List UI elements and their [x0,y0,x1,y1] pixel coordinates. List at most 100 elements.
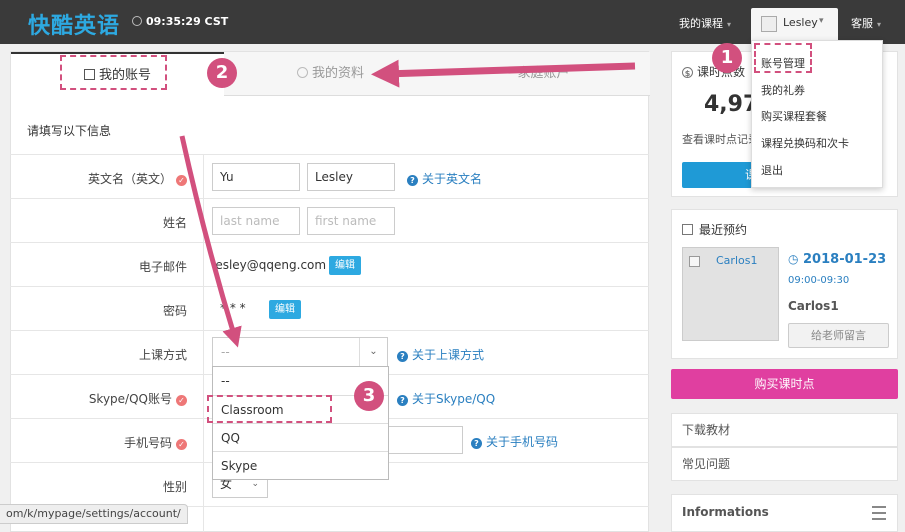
user-menu-toggle[interactable]: Lesley ▾ [751,8,838,40]
phone-label: 手机号码 ✓ [124,434,187,451]
teacher-name[interactable]: Carlos1 [788,299,839,313]
english-name-label: 英文名（英文） ✓ [88,170,187,187]
clock-text: 09:35:29 CST [146,15,229,28]
booking-time: 09:00-09:30 [788,275,850,286]
message-teacher-button[interactable]: 给老师留言 [788,323,889,348]
list-icon[interactable] [872,506,886,520]
class-method-value: -- [221,345,230,359]
chevron-down-icon: ▾ [819,16,824,26]
step-badge-3: 3 [354,381,384,411]
last-name-input[interactable]: last name [212,207,300,235]
highlight-my-account-tab [60,55,167,90]
buy-lesson-points-button[interactable]: 购买课时点 [671,369,898,399]
required-icon: ✓ [176,395,187,406]
gender-label: 性别 [162,480,187,494]
help-phone-text: 关于手机号码 [486,435,559,449]
tab-my-profile[interactable]: 我的资料 [224,52,437,96]
help-phone[interactable]: ? 关于手机号码 [471,433,558,450]
broken-image-icon [689,256,700,267]
english-first-name-input[interactable]: Yu [212,163,300,191]
row-english-name: 英文名（英文） ✓ Yu Lesley ? 关于英文名 [10,154,649,198]
question-icon: ? [397,395,408,406]
tab-my-profile-label: 我的资料 [311,66,364,81]
nav-my-courses[interactable]: 我的课程 ▾ [679,15,731,31]
label-cell: 密码 [10,287,204,330]
teacher-photo[interactable]: Carlos1 [682,247,779,341]
row-email: 电子邮件 lesley@qqeng.com 编辑 [10,242,649,286]
question-icon: ? [407,175,418,186]
highlight-account-management [754,43,812,73]
browser-status-url: om/k/mypage/settings/account/ [0,504,188,524]
row-password: 密码 * * * 编辑 [10,286,649,330]
skype-qq-label-text: Skype/QQ账号 [88,392,172,406]
help-class-method[interactable]: ? 关于上课方式 [397,346,484,363]
password-label: 密码 [162,304,187,318]
nav-my-courses-label: 我的课程 [679,17,723,30]
label-cell: 手机号码 ✓ [10,419,204,462]
site-logo[interactable]: 快酷英语 [28,8,120,40]
question-icon: ? [471,438,482,449]
menu-item-redeem-code[interactable]: 课程兑换码和次卡 [761,135,849,151]
option-skype[interactable]: Skype [213,451,388,479]
phone-input[interactable] [380,426,463,454]
email-value: lesley@qqeng.com [212,258,327,272]
label-cell: 上课方式 [10,331,204,374]
help-english-name[interactable]: ? 关于英文名 [407,170,482,187]
class-method-select[interactable]: -- ⌄ [212,337,388,367]
step-badge-1: 1 [712,43,742,73]
lesson-points-history-link[interactable]: 查看课时点记录 [682,131,759,147]
english-name-label-text: 英文名（英文） [87,172,172,186]
recent-booking-card: 最近预约 Carlos1 ◷ 2018-01-23 09:00-09:30 Ca… [671,209,898,359]
help-skype-qq[interactable]: ? 关于Skype/QQ [397,390,495,407]
label-cell: Skype/QQ账号 ✓ [10,375,204,418]
globe-icon [296,67,308,78]
nav-customer-service[interactable]: 客服 ▾ [851,15,881,31]
link-faq[interactable]: 常见问题 [671,447,898,481]
clock-icon: ◷ [788,252,799,266]
class-method-label: 上课方式 [138,348,187,362]
english-last-name-input[interactable]: Lesley [307,163,395,191]
label-cell: 性别 [10,463,204,506]
nav-customer-service-label: 客服 [851,17,873,30]
option-qq[interactable]: QQ [213,423,388,451]
user-name: Lesley [783,16,818,29]
highlight-classroom-option [207,395,332,423]
name-label: 姓名 [162,216,187,230]
recent-booking-title: 最近预约 [682,221,747,238]
edit-email-button[interactable]: 编辑 [329,256,361,275]
email-label: 电子邮件 [138,260,187,274]
tab-family-account-label: 家庭账户 [517,66,570,81]
avatar [761,16,777,32]
menu-item-logout[interactable]: 退出 [761,162,783,178]
link-download-materials[interactable]: 下载教材 [671,413,898,447]
chevron-down-icon: ▾ [727,20,732,29]
edit-password-button[interactable]: 编辑 [269,300,301,319]
step-badge-2: 2 [207,58,237,88]
label-cell: 电子邮件 [10,243,204,286]
menu-item-buy-package[interactable]: 购买课程套餐 [761,108,827,124]
first-name-input[interactable]: first name [307,207,395,235]
required-icon: ✓ [176,175,187,186]
row-name: 姓名 last name first name [10,198,649,242]
teacher-photo-alt: Carlos1 [716,254,758,267]
informations-title: Informations [682,505,769,519]
label-cell: 英文名（英文） ✓ [10,155,204,198]
informations-panel: Informations [671,494,898,532]
chevron-down-icon: ⌄ [359,338,387,366]
chevron-down-icon: ▾ [877,20,882,29]
top-navbar: 快酷英语 09:35:29 CST 我的课程 ▾ Lesley ▾ 客服 ▾ [0,0,905,44]
help-class-method-text: 关于上课方式 [412,348,485,362]
dollar-icon: $ [682,67,693,78]
skype-qq-label: Skype/QQ账号 ✓ [89,390,187,407]
clock-icon [132,16,142,26]
tab-family-account[interactable]: 家庭账户 [437,52,650,96]
section-title: 请填写以下信息 [27,124,112,138]
menu-item-my-coupons[interactable]: 我的礼券 [761,82,805,98]
booking-date-text: 2018-01-23 [803,252,887,267]
booking-date: ◷ 2018-01-23 [788,252,886,267]
recent-booking-title-text: 最近预约 [699,223,748,237]
required-icon: ✓ [176,439,187,450]
help-english-name-text: 关于英文名 [422,172,483,186]
server-clock: 09:35:29 CST [132,15,228,28]
label-cell: 姓名 [10,199,204,242]
